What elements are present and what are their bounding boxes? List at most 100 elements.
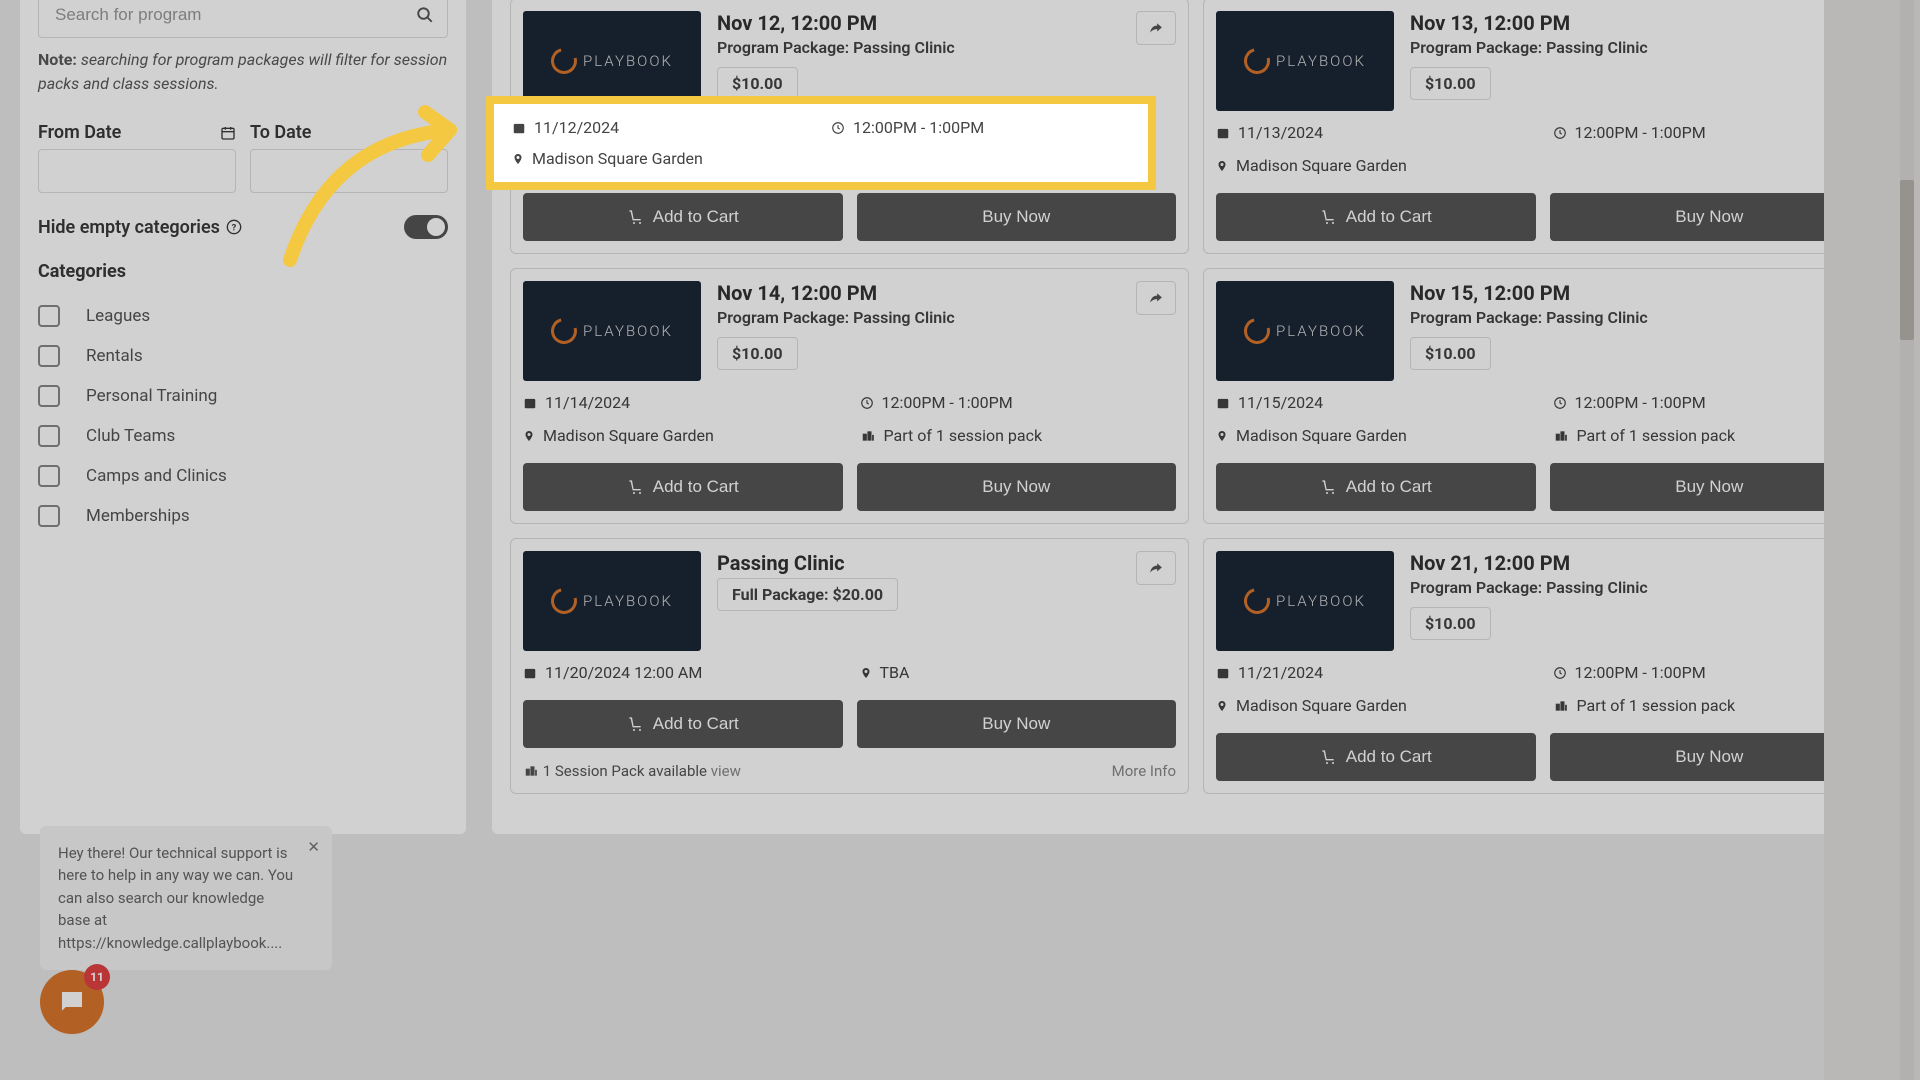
category-item[interactable]: Club Teams (38, 416, 448, 456)
session-thumbnail: PLAYBOOK (523, 281, 701, 381)
add-to-cart-button[interactable]: Add to Cart (1216, 463, 1536, 511)
price-badge: $10.00 (1410, 337, 1491, 370)
session-thumbnail: PLAYBOOK (1216, 551, 1394, 651)
calendar-icon (220, 125, 236, 141)
category-item[interactable]: Leagues (38, 296, 448, 336)
clock-icon (860, 396, 874, 410)
card-title: Nov 21, 12:00 PM (1410, 551, 1869, 575)
card-title: Nov 14, 12:00 PM (717, 281, 1176, 305)
buy-now-button[interactable]: Buy Now (857, 463, 1177, 511)
calendar-icon (523, 396, 537, 410)
card-title: Nov 15, 12:00 PM (1410, 281, 1869, 305)
session-card: PLAYBOOK Passing Clinic Full Package: $2… (510, 538, 1189, 794)
card-title: Nov 12, 12:00 PM (717, 11, 1176, 35)
checkbox[interactable] (38, 465, 60, 487)
from-date-input[interactable] (38, 149, 236, 193)
price-badge: $10.00 (717, 337, 798, 370)
checkbox[interactable] (38, 305, 60, 327)
close-icon[interactable]: ✕ (307, 836, 320, 859)
location-icon (512, 152, 524, 166)
clock-icon (1553, 396, 1567, 410)
session-thumbnail: PLAYBOOK (523, 551, 701, 651)
buy-now-button[interactable]: Buy Now (1550, 733, 1870, 781)
checkbox[interactable] (38, 505, 60, 527)
location-icon (523, 429, 535, 443)
svg-text:?: ? (232, 222, 237, 233)
from-date-label: From Date (38, 122, 236, 143)
session-card: PLAYBOOK Nov 21, 12:00 PM Program Packag… (1203, 538, 1882, 794)
pack-icon (1553, 429, 1569, 443)
pack-icon (860, 429, 876, 443)
search-icon[interactable] (416, 6, 434, 24)
session-card: PLAYBOOK Nov 14, 12:00 PM Program Packag… (510, 268, 1189, 524)
clock-icon (1553, 666, 1567, 680)
support-bubble: ✕ Hey there! Our technical support is he… (40, 826, 332, 971)
to-date-input[interactable] (250, 149, 448, 193)
chat-fab[interactable]: 11 (40, 970, 104, 1034)
scrollbar-thumb[interactable] (1900, 180, 1914, 340)
help-icon[interactable]: ? (226, 219, 242, 235)
session-card: PLAYBOOK Nov 13, 12:00 PM Program Packag… (1203, 0, 1882, 254)
add-to-cart-button[interactable]: Add to Cart (1216, 193, 1536, 241)
card-title: Nov 13, 12:00 PM (1410, 11, 1869, 35)
category-item[interactable]: Memberships (38, 496, 448, 536)
category-item[interactable]: Personal Training (38, 376, 448, 416)
category-item[interactable]: Camps and Clinics (38, 456, 448, 496)
card-subtitle: Program Package: Passing Clinic (717, 38, 1176, 57)
card-subtitle: Program Package: Passing Clinic (1410, 38, 1869, 57)
card-subtitle: Program Package: Passing Clinic (717, 308, 1176, 327)
hide-empty-label: Hide empty categories ? (38, 217, 242, 238)
session-thumbnail: PLAYBOOK (1216, 281, 1394, 381)
location-icon (1216, 159, 1228, 173)
chat-badge: 11 (84, 964, 110, 990)
location-icon (1216, 699, 1228, 713)
filter-sidebar: Note: searching for program packages wil… (20, 0, 466, 834)
buy-now-button[interactable]: Buy Now (1550, 463, 1870, 511)
view-link[interactable]: view (711, 762, 741, 780)
to-date-label: To Date (250, 122, 448, 143)
categories-list: Leagues Rentals Personal Training Club T… (38, 296, 448, 536)
clock-icon (1553, 126, 1567, 140)
buy-now-button[interactable]: Buy Now (857, 193, 1177, 241)
calendar-icon (1216, 396, 1230, 410)
checkbox[interactable] (38, 385, 60, 407)
checkbox[interactable] (38, 425, 60, 447)
share-button[interactable] (1136, 11, 1176, 45)
calendar-icon (432, 125, 448, 141)
buy-now-button[interactable]: Buy Now (1550, 193, 1870, 241)
calendar-icon (1216, 666, 1230, 680)
search-input[interactable] (38, 0, 448, 38)
calendar-icon (512, 121, 526, 135)
search-note: Note: searching for program packages wil… (38, 48, 448, 96)
calendar-icon (1216, 126, 1230, 140)
location-icon (1216, 429, 1228, 443)
highlight-callout: 11/12/2024 12:00PM - 1:00PM Madison Squa… (486, 96, 1156, 190)
hide-empty-toggle[interactable] (404, 215, 448, 239)
price-badge: $10.00 (1410, 67, 1491, 100)
pack-icon (1553, 699, 1569, 713)
add-to-cart-button[interactable]: Add to Cart (523, 193, 843, 241)
search-wrap (38, 0, 448, 38)
calendar-icon (523, 666, 537, 680)
share-button[interactable] (1136, 281, 1176, 315)
card-subtitle: Program Package: Passing Clinic (1410, 578, 1869, 597)
more-info-link[interactable]: More Info (1112, 762, 1176, 780)
buy-now-button[interactable]: Buy Now (857, 700, 1177, 748)
card-subtitle: Program Package: Passing Clinic (1410, 308, 1869, 327)
categories-heading: Categories (38, 261, 448, 282)
clock-icon (831, 121, 845, 135)
full-package-badge: Full Package: $20.00 (717, 578, 898, 611)
category-item[interactable]: Rentals (38, 336, 448, 376)
share-button[interactable] (1136, 551, 1176, 585)
add-to-cart-button[interactable]: Add to Cart (523, 700, 843, 748)
location-icon (860, 666, 872, 680)
card-title: Passing Clinic (717, 551, 1176, 575)
add-to-cart-button[interactable]: Add to Cart (1216, 733, 1536, 781)
pack-available: 1 Session Pack available view (523, 762, 741, 780)
scrollbar-track[interactable] (1900, 0, 1914, 1080)
add-to-cart-button[interactable]: Add to Cart (523, 463, 843, 511)
price-badge: $10.00 (1410, 607, 1491, 640)
session-card: PLAYBOOK Nov 15, 12:00 PM Program Packag… (1203, 268, 1882, 524)
checkbox[interactable] (38, 345, 60, 367)
session-thumbnail: PLAYBOOK (1216, 11, 1394, 111)
